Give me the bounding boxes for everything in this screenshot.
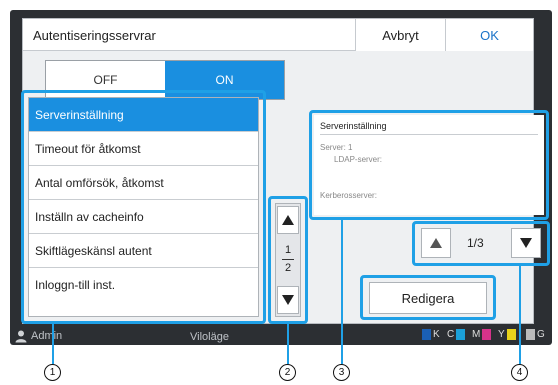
ink-m-bar <box>482 329 492 340</box>
status-mode-label: Viloläge <box>190 331 229 343</box>
menu-item-case-sensitive-auth[interactable]: Skiftlägeskänsl autent <box>29 234 258 268</box>
leader-line-2 <box>287 324 289 364</box>
list-scroll-control: 1 2 <box>275 203 301 317</box>
page-divider <box>282 259 294 260</box>
ink-g: G <box>526 329 545 340</box>
info-kerberos-line: Kerberosserver: <box>320 191 377 200</box>
ink-k: K <box>422 329 440 340</box>
callout-2-highlight: 1 2 <box>268 196 308 324</box>
ink-m: M <box>472 329 492 340</box>
callout-1-highlight: Serverinställning Timeout för åtkomst An… <box>21 90 266 324</box>
page-current: 1 <box>284 244 292 256</box>
ink-k-bar <box>422 329 431 340</box>
edit-highlight: Redigera <box>360 275 496 320</box>
leader-line-4 <box>519 266 521 364</box>
ink-c-bar <box>456 329 466 340</box>
menu-item-cache-settings[interactable]: Inställn av cacheinfo <box>29 200 258 234</box>
ink-m-label: M <box>472 329 481 340</box>
status-user-label: Admin <box>31 330 63 342</box>
callout-number-2: 2 <box>279 364 296 381</box>
callout-number-4: 4 <box>511 364 528 381</box>
menu-item-server-settings[interactable]: Serverinställning <box>29 98 258 132</box>
callout-number-1: 1 <box>44 364 61 381</box>
info-panel-title: Serverinställning <box>320 121 387 131</box>
callout-number-3: 3 <box>333 364 350 381</box>
ink-g-label: G <box>537 329 545 340</box>
callout-4-highlight: 1/3 <box>412 221 550 266</box>
ok-button[interactable]: OK <box>445 19 533 51</box>
info-next-button[interactable] <box>511 228 541 258</box>
info-ldap-line: LDAP-server: <box>334 155 383 164</box>
menu-item-access-timeout[interactable]: Timeout för åtkomst <box>29 132 258 166</box>
server-info-panel: Serverinställning Server: 1 LDAP-server:… <box>314 115 544 215</box>
user-icon <box>15 330 27 343</box>
ink-y-bar <box>506 329 516 340</box>
status-bar: Admin Viloläge K C M Y G <box>10 326 552 348</box>
arrow-up-icon <box>282 215 294 225</box>
ink-c-label: C <box>447 329 455 340</box>
ink-c: C <box>447 329 466 340</box>
settings-menu-list: Serverinställning Timeout för åtkomst An… <box>28 97 259 317</box>
ink-y: Y <box>498 329 516 340</box>
info-prev-button[interactable] <box>421 228 451 258</box>
arrow-down-icon <box>520 238 532 248</box>
info-panel-divider <box>320 134 538 135</box>
dialog-titlebar: Autentiseringsservrar Avbryt OK <box>23 19 533 51</box>
ink-g-bar <box>526 329 535 340</box>
scroll-down-button[interactable] <box>277 286 299 314</box>
leader-line-3 <box>341 220 343 364</box>
menu-item-access-retries[interactable]: Antal omförsök, åtkomst <box>29 166 258 200</box>
scroll-up-button[interactable] <box>277 206 299 234</box>
arrow-up-icon <box>430 238 442 248</box>
menu-item-login-settings[interactable]: Inloggn-till inst. <box>29 268 258 302</box>
dialog-title: Autentiseringsservrar <box>33 28 156 43</box>
ink-y-label: Y <box>498 329 505 340</box>
cancel-button[interactable]: Avbryt <box>355 19 445 51</box>
status-user: Admin <box>14 329 62 343</box>
screen: Admin Viloläge K C M Y G Autentiseringss… <box>0 0 558 385</box>
page-total: 2 <box>284 262 292 274</box>
info-server-line: Server: 1 <box>320 143 353 152</box>
arrow-down-icon <box>282 295 294 305</box>
leader-line-1 <box>52 324 54 364</box>
info-page-indicator: 1/3 <box>467 236 484 250</box>
edit-button[interactable]: Redigera <box>369 282 487 314</box>
ink-k-label: K <box>433 329 440 340</box>
callout-3-highlight: Serverinställning Server: 1 LDAP-server:… <box>309 110 549 220</box>
